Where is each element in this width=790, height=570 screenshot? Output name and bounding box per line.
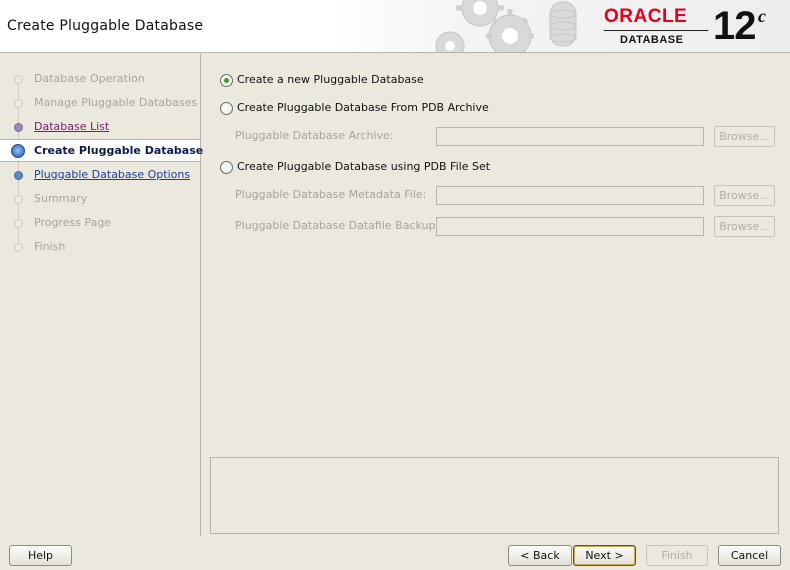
archive-browse-button[interactable]: Browse... — [714, 126, 775, 147]
step-label: Progress Page — [34, 216, 112, 229]
step-database-list[interactable]: Database List — [0, 116, 200, 138]
step-finish: Finish — [0, 236, 200, 258]
oracle-product-text: DATABASE — [620, 34, 684, 46]
option-create-from-archive[interactable]: Create Pluggable Database From PDB Archi… — [220, 100, 520, 118]
step-label: Create Pluggable Database — [34, 144, 204, 157]
header-banner: Create Pluggable Database ORACLE DATABAS… — [0, 0, 790, 53]
option-create-new-pdb[interactable]: Create a new Pluggable Database — [220, 72, 480, 90]
step-pending-icon — [14, 99, 23, 108]
next-button[interactable]: Next > — [573, 545, 636, 566]
cancel-button[interactable]: Cancel — [718, 545, 781, 566]
step-current-icon — [11, 144, 25, 158]
finish-button[interactable]: Finish — [646, 545, 708, 566]
radio-create-from-archive[interactable] — [220, 102, 233, 115]
page-title: Create Pluggable Database — [7, 18, 204, 34]
step-label: Finish — [34, 240, 66, 253]
step-link-icon — [14, 171, 23, 180]
datafile-browse-button[interactable]: Browse... — [714, 216, 775, 237]
step-label: Summary — [34, 192, 88, 205]
archive-input[interactable] — [436, 127, 704, 146]
datafile-field-label: Pluggable Database Datafile Backup: — [235, 219, 440, 232]
metadata-field-label: Pluggable Database Metadata File: — [235, 188, 427, 201]
step-manage-pluggable-databases: Manage Pluggable Databases — [0, 92, 200, 114]
wizard-steps-sidebar: Database Operation Manage Pluggable Data… — [0, 54, 204, 536]
step-pending-icon — [14, 243, 23, 252]
metadata-browse-button[interactable]: Browse... — [714, 185, 775, 206]
message-area — [210, 457, 779, 534]
step-database-operation: Database Operation — [0, 68, 200, 90]
step-pending-icon — [14, 195, 23, 204]
step-pending-icon — [14, 75, 23, 84]
datafile-input[interactable] — [436, 217, 704, 236]
help-button[interactable]: Help — [9, 545, 72, 566]
radio-label[interactable]: Create Pluggable Database using PDB File… — [237, 160, 490, 173]
oracle-brand-text: ORACLE — [604, 6, 688, 27]
option-create-from-fileset[interactable]: Create Pluggable Database using PDB File… — [220, 159, 520, 177]
step-pending-icon — [14, 219, 23, 228]
step-label: Database Operation — [34, 72, 145, 85]
radio-label[interactable]: Create Pluggable Database From PDB Archi… — [237, 101, 489, 114]
step-progress-page: Progress Page — [0, 212, 200, 234]
gears-graphic-icon — [435, 0, 577, 52]
radio-create-from-fileset[interactable] — [220, 161, 233, 174]
logo-divider — [604, 30, 708, 31]
metadata-input[interactable] — [436, 186, 704, 205]
footer-button-bar: Help < Back Next > Finish Cancel — [0, 536, 790, 570]
main-panel: Create a new Pluggable Database Create P… — [202, 54, 790, 536]
step-label[interactable]: Database List — [34, 120, 109, 133]
step-visited-icon — [14, 123, 23, 132]
step-summary: Summary — [0, 188, 200, 210]
back-button[interactable]: < Back — [508, 545, 572, 566]
version-number: 12 — [713, 4, 756, 48]
version-suffix: c — [758, 6, 766, 26]
radio-label[interactable]: Create a new Pluggable Database — [237, 73, 424, 86]
radio-create-new-pdb[interactable] — [220, 74, 233, 87]
step-label: Manage Pluggable Databases — [34, 96, 198, 109]
step-pluggable-database-options[interactable]: Pluggable Database Options — [0, 164, 200, 186]
archive-field-label: Pluggable Database Archive: — [235, 129, 394, 142]
step-create-pluggable-database: Create Pluggable Database — [0, 139, 204, 162]
step-label[interactable]: Pluggable Database Options — [34, 168, 190, 181]
oracle-logo: ORACLE DATABASE — [600, 4, 710, 48]
